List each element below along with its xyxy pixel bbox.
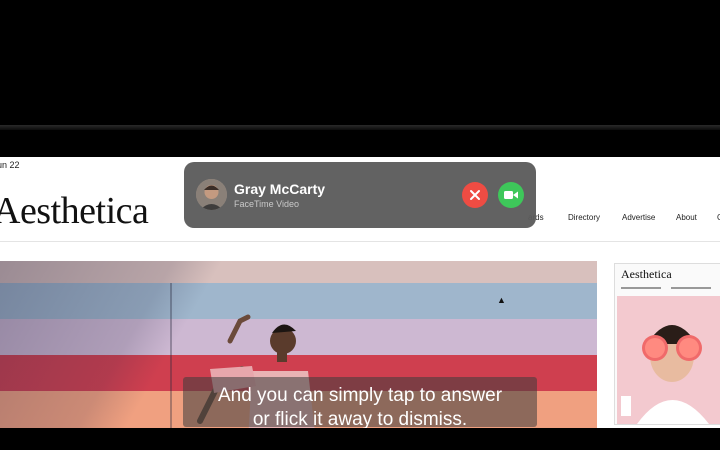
nav-item-about[interactable]: About <box>676 213 697 222</box>
device-bezel-edge <box>0 125 720 130</box>
accept-call-button[interactable] <box>498 182 524 208</box>
hero-seam <box>170 283 172 428</box>
nav-item-advertise[interactable]: Advertise <box>622 213 655 222</box>
decline-call-button[interactable] <box>462 182 488 208</box>
magazine-logo: Aesthetica <box>621 267 672 281</box>
caller-avatar <box>196 179 227 210</box>
magazine-cover-photo <box>617 296 720 424</box>
magazine-fine-print <box>621 287 711 289</box>
magazine-cover-card[interactable]: Aesthetica <box>614 263 720 425</box>
caller-name: Gray McCarty <box>234 181 326 197</box>
caption-line-1: And you can simply tap to answer <box>217 385 503 406</box>
facetime-incoming-call-banner[interactable]: Gray McCarty FaceTime Video <box>184 162 536 228</box>
nav-item-directory[interactable]: Directory <box>568 213 600 222</box>
status-date: un 22 <box>0 160 20 170</box>
call-type: FaceTime Video <box>234 199 300 209</box>
close-icon <box>470 190 480 200</box>
pointer-cursor-icon: ▲ <box>497 295 506 305</box>
bottom-letterbox <box>0 428 720 450</box>
site-logo[interactable]: Aesthetica <box>0 189 149 233</box>
video-caption: And you can simply tap to answer or flic… <box>183 377 537 430</box>
video-camera-icon <box>504 191 518 199</box>
